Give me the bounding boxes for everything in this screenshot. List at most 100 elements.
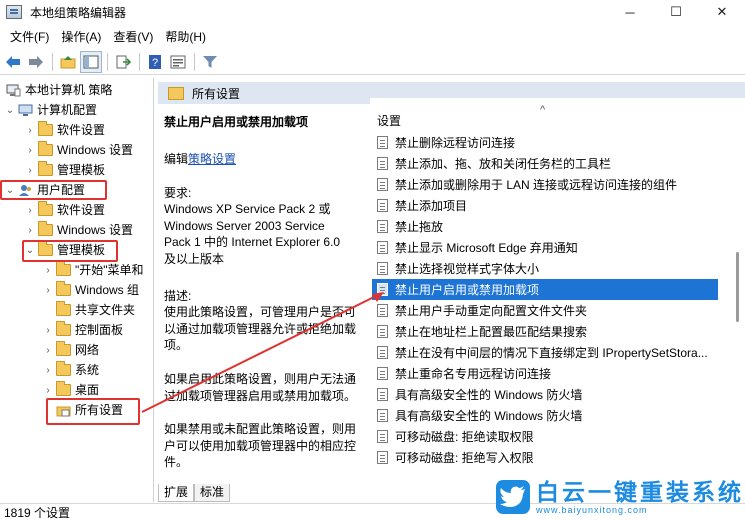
chevron-down-icon[interactable]: ⌄ [4,105,16,116]
close-button[interactable]: ✕ [699,0,745,24]
scrollbar-thumb[interactable] [736,252,739,322]
window-title: 本地组策略编辑器 [30,5,127,20]
tree-item-computer-config[interactable]: ⌄ 计算机配置 [4,100,97,120]
chevron-right-icon[interactable]: › [42,265,54,276]
back-icon[interactable] [2,51,24,73]
policy-setting-icon [377,430,388,443]
list-item[interactable]: 禁止在地址栏上配置最匹配结果搜索 [372,321,718,342]
chevron-right-icon[interactable]: › [42,325,54,336]
column-header-setting[interactable]: 设置 [377,112,401,129]
list-item[interactable]: 禁止添加或删除用于 LAN 连接或远程访问连接的组件 [372,174,718,195]
tree-item-start-menu[interactable]: › "开始"菜单和 [42,260,144,280]
filter-icon[interactable] [199,51,221,73]
list-item[interactable]: 具有高级安全性的 Windows 防火墙 [372,384,718,405]
tab-extended[interactable]: 扩展 [158,484,195,502]
list-item[interactable]: 可移动磁盘: 拒绝读取权限 [372,426,718,447]
policy-setting-icon [377,367,388,380]
tree-item-network[interactable]: › 网络 [42,340,99,360]
edit-policy-link[interactable]: 策略设置 [188,152,236,166]
tree-pane: 本地计算机 策略 ⌄ 计算机配置 › 软件设置 › Windows 设置 › 管… [0,78,154,502]
chevron-right-icon[interactable]: › [24,125,36,136]
menu-file[interactable]: 文件(F) [4,27,55,47]
list-item-label: 具有高级安全性的 Windows 防火墙 [395,409,583,423]
list-item-label: 可移动磁盘: 拒绝写入权限 [395,451,534,465]
chevron-right-icon[interactable]: › [24,165,36,176]
list-item[interactable]: 禁止删除远程访问连接 [372,132,718,153]
list-item-label: 禁止重命名专用远程访问连接 [395,367,552,381]
toolbar: ? [0,49,745,75]
tree-item-desktop[interactable]: › 桌面 [42,380,99,400]
description-line: 过加载项管理器启用或禁用加载项。 [164,389,357,403]
list-item-label: 可移动磁盘: 拒绝读取权限 [395,430,534,444]
list-item-label: 禁止用户启用或禁用加载项 [395,283,540,297]
description-line: 如果禁用或未配置此策略设置，则用 [164,422,357,436]
watermark-logo: 白云一键重装系统 www.baiyunxitong.com [496,476,745,518]
policy-setting-icon [377,199,388,212]
folder-icon [38,141,53,156]
list-item[interactable]: 禁止添加、拖、放和关闭任务栏的工具栏 [372,153,718,174]
list-item[interactable]: 禁止选择视觉样式字体大小 [372,258,718,279]
chevron-right-icon[interactable]: › [24,225,36,236]
list-column-header[interactable]: 设置 [370,108,725,130]
maximize-button[interactable]: ☐ [653,0,699,24]
list-item-selected[interactable]: 禁止用户启用或禁用加载项 [372,279,718,300]
tree-label: Windows 设置 [57,143,134,157]
edit-line: 编辑策略设置 [164,151,236,168]
tree-item-uc-software[interactable]: › 软件设置 [24,200,105,220]
chevron-right-icon[interactable]: › [42,345,54,356]
svg-text:?: ? [152,57,158,69]
policy-setting-icon [377,409,388,422]
tree-item-shared-folder[interactable]: 共享文件夹 [42,300,135,320]
tree-item-windows-components[interactable]: › Windows 组 [42,280,139,300]
list-item[interactable]: 禁止重命名专用远程访问连接 [372,363,718,384]
list-item-label: 禁止选择视觉样式字体大小 [395,262,540,276]
menu-help[interactable]: 帮助(H) [159,27,212,47]
tab-standard[interactable]: 标准 [194,484,231,502]
show-hide-tree-icon[interactable] [80,50,102,73]
list-item[interactable]: 禁止添加项目 [372,195,718,216]
tree-item-cc-admin[interactable]: › 管理模板 [24,160,105,180]
policy-setting-icon [377,262,388,275]
title-bar: 本地组策略编辑器 ─ ☐ ✕ [0,0,745,24]
policy-setting-icon [377,241,388,254]
list-scrollbar[interactable] [733,112,741,466]
list-item[interactable]: 禁止用户手动重定向配置文件文件夹 [372,300,718,321]
chevron-right-icon[interactable]: › [24,205,36,216]
chevron-right-icon[interactable]: › [42,285,54,296]
policy-setting-icon [377,346,388,359]
computer-icon [18,104,33,117]
list-item-label: 禁止在没有中间层的情况下直接绑定到 IPropertySetStora... [395,346,708,360]
list-item-label: 具有高级安全性的 Windows 防火墙 [395,388,583,402]
tree-item-root[interactable]: 本地计算机 策略 [4,80,112,100]
list-item[interactable]: 禁止在没有中间层的情况下直接绑定到 IPropertySetStora... [372,342,718,363]
tree-label: 本地计算机 策略 [25,83,113,97]
menu-view[interactable]: 查看(V) [107,27,159,47]
list-item[interactable]: 禁止拖放 [372,216,718,237]
chevron-right-icon[interactable]: › [24,145,36,156]
list-item[interactable]: 可移动磁盘: 拒绝写入权限 [372,447,718,468]
properties-icon[interactable] [167,51,189,73]
list-item-label: 禁止添加或删除用于 LAN 连接或远程访问连接的组件 [395,178,678,192]
tree-item-cc-windows[interactable]: › Windows 设置 [24,140,133,160]
help-icon[interactable]: ? [144,51,166,73]
policy-setting-icon [377,136,388,149]
tree-item-system[interactable]: › 系统 [42,360,99,380]
tree-label: 网络 [75,343,100,357]
chevron-right-icon[interactable]: › [42,365,54,376]
policy-setting-icon [377,220,388,233]
tree-item-control-panel[interactable]: › 控制面板 [42,320,123,340]
app-icon [6,5,22,19]
export-list-icon[interactable] [112,51,134,73]
list-item[interactable]: 禁止显示 Microsoft Edge 弃用通知 [372,237,718,258]
requirements-line: Pack 1 中的 Internet Explorer 6.0 [164,235,341,249]
folder-icon [38,121,53,136]
menu-action[interactable]: 操作(A) [55,27,107,47]
tree-item-cc-software[interactable]: › 软件设置 [24,120,105,140]
list-item[interactable]: 具有高级安全性的 Windows 防火墙 [372,405,718,426]
policy-setting-icon [377,157,388,170]
minimize-button[interactable]: ─ [607,0,653,24]
forward-icon[interactable] [25,51,47,73]
chevron-right-icon[interactable]: › [42,385,54,396]
up-folder-icon[interactable] [57,51,79,73]
tree-item-uc-windows[interactable]: › Windows 设置 [24,220,133,240]
